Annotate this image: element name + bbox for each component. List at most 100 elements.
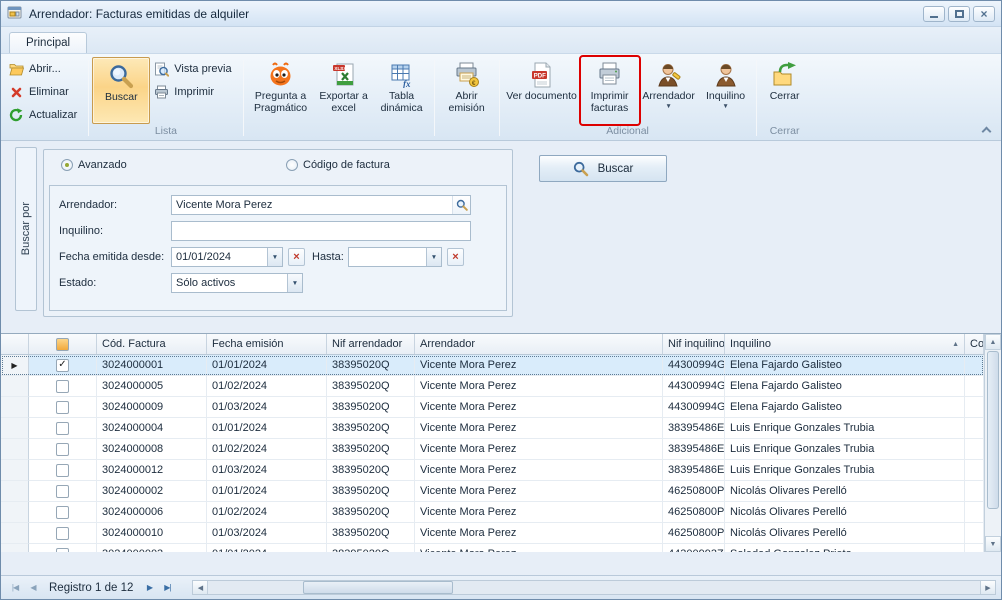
- search-side-tab[interactable]: Buscar por: [15, 147, 37, 311]
- row-checkbox[interactable]: [56, 527, 69, 540]
- hasta-clear-button[interactable]: ×: [447, 248, 464, 266]
- table-row[interactable]: 302400000901/03/202438395020QVicente Mor…: [1, 397, 984, 418]
- vista-previa-button[interactable]: Vista previa: [150, 58, 239, 80]
- vista-previa-label: Vista previa: [174, 63, 231, 75]
- radio-codigo-factura[interactable]: Código de factura: [286, 159, 390, 171]
- table-row[interactable]: 302400001201/03/202438395020QVicente Mor…: [1, 460, 984, 481]
- row-select-cell[interactable]: ✓: [29, 355, 97, 376]
- table-row[interactable]: 302400000801/02/202438395020QVicente Mor…: [1, 439, 984, 460]
- cell-co: [965, 544, 984, 552]
- eliminar-button[interactable]: Eliminar: [5, 81, 85, 103]
- row-checkbox[interactable]: [56, 506, 69, 519]
- nav-prev-button[interactable]: ◀: [24, 579, 42, 596]
- nav-next-button[interactable]: ▶: [140, 579, 158, 596]
- tab-principal[interactable]: Principal: [9, 32, 87, 53]
- row-indicator: ▶: [1, 355, 29, 376]
- table-row[interactable]: ▶✓302400000101/01/202438395020QVicente M…: [1, 355, 984, 376]
- estado-dropdown[interactable]: ▼: [287, 274, 302, 292]
- scroll-down-button[interactable]: ▼: [985, 536, 1001, 552]
- ribbon: Abrir... Eliminar Actualizar: [1, 53, 1001, 141]
- imprimir-facturas-button[interactable]: Imprimir facturas: [581, 57, 639, 124]
- maximize-button[interactable]: [948, 6, 970, 22]
- hasta-dropdown[interactable]: ▼: [426, 248, 441, 266]
- header-fecha-emision[interactable]: Fecha emisión: [207, 334, 327, 354]
- row-checkbox[interactable]: [56, 422, 69, 435]
- exportar-excel-button[interactable]: XLSX Exportar a excel: [315, 57, 373, 124]
- row-select-cell[interactable]: [29, 397, 97, 418]
- scroll-up-button[interactable]: ▲: [985, 334, 1001, 350]
- nav-first-button[interactable]: |◀: [6, 579, 24, 596]
- inquilino-menu-button[interactable]: Inquilino ▼: [699, 57, 753, 124]
- actualizar-button[interactable]: Actualizar: [5, 104, 85, 126]
- table-row[interactable]: 302400000501/02/202438395020QVicente Mor…: [1, 376, 984, 397]
- header-cod-factura[interactable]: Cód. Factura: [97, 334, 207, 354]
- row-checkbox[interactable]: [56, 464, 69, 477]
- estado-combo[interactable]: Sólo activos ▼: [171, 273, 303, 293]
- imprimir-button[interactable]: Imprimir: [150, 81, 239, 103]
- row-select-cell[interactable]: [29, 418, 97, 439]
- radio-avanzado[interactable]: Avanzado: [61, 159, 127, 171]
- fecha-desde-dropdown[interactable]: ▼: [267, 248, 282, 266]
- header-inquilino[interactable]: Inquilino ▲: [725, 334, 965, 354]
- row-checkbox[interactable]: [56, 485, 69, 498]
- arrendador-input[interactable]: Vicente Mora Perez: [171, 195, 471, 215]
- horizontal-scrollbar[interactable]: ◀ ▶: [192, 580, 996, 595]
- abrir-button[interactable]: Abrir...: [5, 58, 85, 80]
- row-checkbox[interactable]: [56, 401, 69, 414]
- cell-co: [965, 523, 984, 544]
- ribbon-collapse-button[interactable]: [981, 125, 991, 134]
- invoice-grid-body: ▶✓302400000101/01/202438395020QVicente M…: [1, 355, 984, 552]
- cell-cod-factura: 3024000008: [97, 439, 207, 460]
- row-select-cell[interactable]: [29, 502, 97, 523]
- row-select-cell[interactable]: [29, 481, 97, 502]
- hscroll-thumb[interactable]: [303, 581, 453, 594]
- header-arrendador[interactable]: Arrendador: [415, 334, 663, 354]
- hasta-combo[interactable]: ▼: [348, 247, 442, 267]
- buscar-ribbon-button[interactable]: Buscar: [92, 57, 150, 124]
- row-select-cell[interactable]: [29, 460, 97, 481]
- tabla-dinamica-button[interactable]: fx Tabla dinámica: [373, 57, 431, 124]
- cell-co: [965, 502, 984, 523]
- cell-nif-arrendador: 38395020Q: [327, 502, 415, 523]
- minimize-button[interactable]: [923, 6, 945, 22]
- table-row[interactable]: 302400000601/02/202438395020QVicente Mor…: [1, 502, 984, 523]
- table-row[interactable]: 302400001001/03/202438395020QVicente Mor…: [1, 523, 984, 544]
- header-nif-inquilino[interactable]: Nif inquilino: [663, 334, 725, 354]
- arrendador-menu-button[interactable]: Arrendador ▼: [639, 57, 699, 124]
- row-indicator: [1, 544, 29, 552]
- nav-last-button[interactable]: ▶|: [158, 579, 176, 596]
- row-select-cell[interactable]: [29, 544, 97, 552]
- row-checkbox[interactable]: [56, 443, 69, 456]
- header-nif-arrendador[interactable]: Nif arrendador: [327, 334, 415, 354]
- row-select-cell[interactable]: [29, 523, 97, 544]
- title-bar[interactable]: Arrendador: Facturas emitidas de alquile…: [1, 1, 1001, 27]
- inquilino-input[interactable]: [171, 221, 471, 241]
- fecha-desde-clear-button[interactable]: ×: [288, 248, 305, 266]
- ver-documento-button[interactable]: PDF Ver documento: [503, 57, 581, 124]
- buscar-panel-button[interactable]: Buscar: [539, 155, 667, 182]
- arrendador-lookup-button[interactable]: [452, 196, 470, 214]
- header-co[interactable]: Co: [965, 334, 984, 354]
- cerrar-button[interactable]: Cerrar: [760, 57, 810, 124]
- row-checkbox[interactable]: [56, 548, 69, 553]
- row-checkbox[interactable]: ✓: [56, 359, 69, 372]
- select-all-checkbox[interactable]: [56, 338, 69, 351]
- table-row[interactable]: 302400000301/01/202438395020QVicente Mor…: [1, 544, 984, 552]
- close-button[interactable]: ×: [973, 6, 995, 22]
- pregunta-pragmatico-button[interactable]: Pregunta a Pragmático: [247, 57, 315, 124]
- cell-inquilino: Luis Enrique Gonzales Trubia: [725, 418, 965, 439]
- table-row[interactable]: 302400000401/01/202438395020QVicente Mor…: [1, 418, 984, 439]
- imprimir-label: Imprimir: [174, 86, 214, 98]
- row-checkbox[interactable]: [56, 380, 69, 393]
- vscroll-thumb[interactable]: [987, 351, 999, 509]
- scroll-right-button[interactable]: ▶: [980, 581, 995, 594]
- table-row[interactable]: 302400000201/01/202438395020QVicente Mor…: [1, 481, 984, 502]
- row-select-cell[interactable]: [29, 439, 97, 460]
- vertical-scrollbar[interactable]: ▲ ▼: [984, 334, 1001, 552]
- header-select-all[interactable]: [29, 334, 97, 354]
- search-icon: [573, 161, 589, 177]
- row-select-cell[interactable]: [29, 376, 97, 397]
- abrir-emision-button[interactable]: € Abrir emisión: [438, 57, 496, 124]
- scroll-left-button[interactable]: ◀: [193, 581, 208, 594]
- fecha-desde-combo[interactable]: 01/01/2024 ▼: [171, 247, 283, 267]
